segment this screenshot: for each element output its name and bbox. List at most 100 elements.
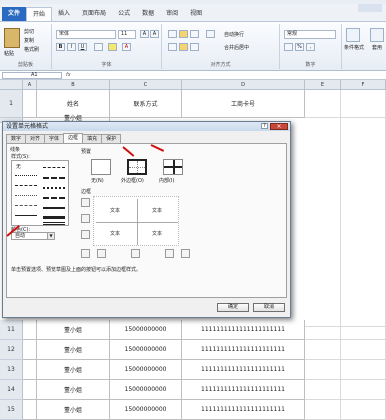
italic-button[interactable]: I: [67, 43, 76, 51]
empty-cell[interactable]: [305, 320, 341, 340]
line-style-option[interactable]: [15, 215, 37, 216]
line-style-option[interactable]: [15, 205, 37, 206]
grow-font-icon[interactable]: A: [140, 30, 149, 38]
currency-icon[interactable]: [284, 43, 293, 51]
select-all-corner[interactable]: [0, 80, 23, 90]
bold-button[interactable]: B: [56, 43, 65, 51]
table-cell[interactable]: 董小姐: [37, 360, 110, 380]
table-cell[interactable]: [23, 360, 37, 380]
shrink-font-icon[interactable]: A: [150, 30, 159, 38]
column-header-c[interactable]: C: [110, 80, 182, 90]
table-cell[interactable]: 15000000000: [110, 400, 182, 420]
empty-cell[interactable]: [341, 90, 386, 118]
chevron-down-icon[interactable]: ▼: [47, 232, 55, 240]
close-button[interactable]: ×: [270, 123, 288, 130]
line-style-option[interactable]: [15, 185, 37, 186]
empty-cell[interactable]: [341, 400, 386, 420]
line-style-option[interactable]: [43, 177, 65, 179]
table-cell[interactable]: 15000000000: [110, 360, 182, 380]
table-cell[interactable]: 1111111111111111111111: [182, 320, 305, 340]
row-header[interactable]: 1: [0, 90, 23, 118]
tab-review[interactable]: 审阅: [160, 7, 184, 21]
font-color-icon[interactable]: A: [122, 43, 131, 51]
preset-inside-label[interactable]: 内部(I): [159, 177, 174, 184]
format-painter-button[interactable]: 格式刷: [24, 46, 39, 53]
table-cell[interactable]: 1111111111111111111111: [182, 340, 305, 360]
line-style-option[interactable]: [15, 175, 37, 176]
underline-button[interactable]: U: [78, 43, 87, 51]
preset-outline-label[interactable]: 外边框(O): [121, 177, 144, 184]
line-style-option[interactable]: [43, 187, 65, 189]
column-header-a[interactable]: A: [23, 80, 37, 90]
preset-inside-icon[interactable]: [163, 159, 183, 175]
number-format-select[interactable]: 常规: [284, 30, 336, 39]
line-style-list[interactable]: 无: [11, 160, 69, 226]
align-middle-icon[interactable]: [179, 30, 188, 38]
tab-protection[interactable]: 保护: [101, 134, 122, 143]
line-style-option[interactable]: [43, 216, 65, 219]
border-inside-vertical-icon[interactable]: [131, 249, 140, 258]
column-header-e[interactable]: E: [305, 80, 341, 90]
row-header[interactable]: 14: [0, 380, 23, 400]
border-left-icon[interactable]: [97, 249, 106, 258]
font-size-select[interactable]: 11: [118, 30, 136, 39]
table-cell[interactable]: 董小姐: [37, 340, 110, 360]
tab-insert[interactable]: 插入: [52, 7, 76, 21]
table-cell[interactable]: 董小姐: [37, 400, 110, 420]
empty-cell[interactable]: [341, 360, 386, 380]
table-cell[interactable]: 董小姐: [37, 320, 110, 340]
name-box[interactable]: A1: [2, 72, 62, 79]
row-header[interactable]: 11: [0, 320, 23, 340]
window-controls[interactable]: [358, 4, 382, 12]
border-right-icon[interactable]: [165, 249, 174, 258]
border-top-icon[interactable]: [81, 198, 90, 207]
preset-none-icon[interactable]: [91, 159, 111, 175]
tab-page-layout[interactable]: 页面布局: [76, 7, 112, 21]
table-cell[interactable]: [23, 320, 37, 340]
border-preview[interactable]: 文本 文本 文本 文本: [93, 196, 179, 246]
column-header-b[interactable]: B: [37, 80, 110, 90]
tab-alignment[interactable]: 对齐: [25, 134, 46, 143]
tab-fill[interactable]: 填充: [82, 134, 103, 143]
header-phone-cell[interactable]: 联系方式: [110, 90, 182, 118]
align-center-icon[interactable]: [179, 43, 188, 51]
ok-button[interactable]: 确定: [217, 303, 249, 312]
font-name-select[interactable]: 宋体: [56, 30, 116, 39]
tab-home[interactable]: 开始: [26, 7, 53, 21]
table-cell[interactable]: 董小姐: [37, 380, 110, 400]
empty-cell[interactable]: [341, 380, 386, 400]
line-style-option[interactable]: [43, 222, 65, 225]
row-header[interactable]: 15: [0, 400, 23, 420]
table-cell[interactable]: [23, 380, 37, 400]
tab-formulas[interactable]: 公式: [112, 7, 136, 21]
table-cell[interactable]: 15000000000: [110, 380, 182, 400]
cut-button[interactable]: 剪切: [24, 28, 34, 35]
line-style-option[interactable]: [15, 195, 37, 196]
column-header-d[interactable]: D: [182, 80, 305, 90]
paste-icon[interactable]: [4, 28, 20, 48]
align-right-icon[interactable]: [190, 43, 199, 51]
comma-icon[interactable]: ,: [306, 43, 315, 51]
align-bottom-icon[interactable]: [190, 30, 199, 38]
tab-border[interactable]: 边框: [63, 133, 84, 143]
empty-cell[interactable]: [305, 90, 341, 118]
fill-color-icon[interactable]: [108, 43, 117, 51]
table-cell[interactable]: 15000000000: [110, 320, 182, 340]
percent-icon[interactable]: %: [295, 43, 304, 51]
line-style-option[interactable]: [43, 197, 65, 199]
tab-data[interactable]: 数据: [136, 7, 160, 21]
align-top-icon[interactable]: [168, 30, 177, 38]
tab-number[interactable]: 数字: [6, 134, 27, 143]
table-format-button[interactable]: 套用: [372, 44, 382, 51]
copy-button[interactable]: 复制: [24, 37, 34, 44]
fx-icon[interactable]: fx: [66, 72, 71, 78]
empty-cell[interactable]: [305, 118, 341, 327]
border-bottom-icon[interactable]: [81, 230, 90, 239]
table-cell[interactable]: 15000000000: [110, 340, 182, 360]
merge-center-button[interactable]: 合并后居中: [224, 44, 249, 51]
table-cell[interactable]: 1111111111111111111111: [182, 360, 305, 380]
borders-icon[interactable]: [94, 43, 103, 51]
border-diagonal-down-icon[interactable]: [181, 249, 190, 258]
wrap-text-button[interactable]: 自动换行: [224, 31, 244, 38]
tab-font[interactable]: 字体: [44, 134, 65, 143]
